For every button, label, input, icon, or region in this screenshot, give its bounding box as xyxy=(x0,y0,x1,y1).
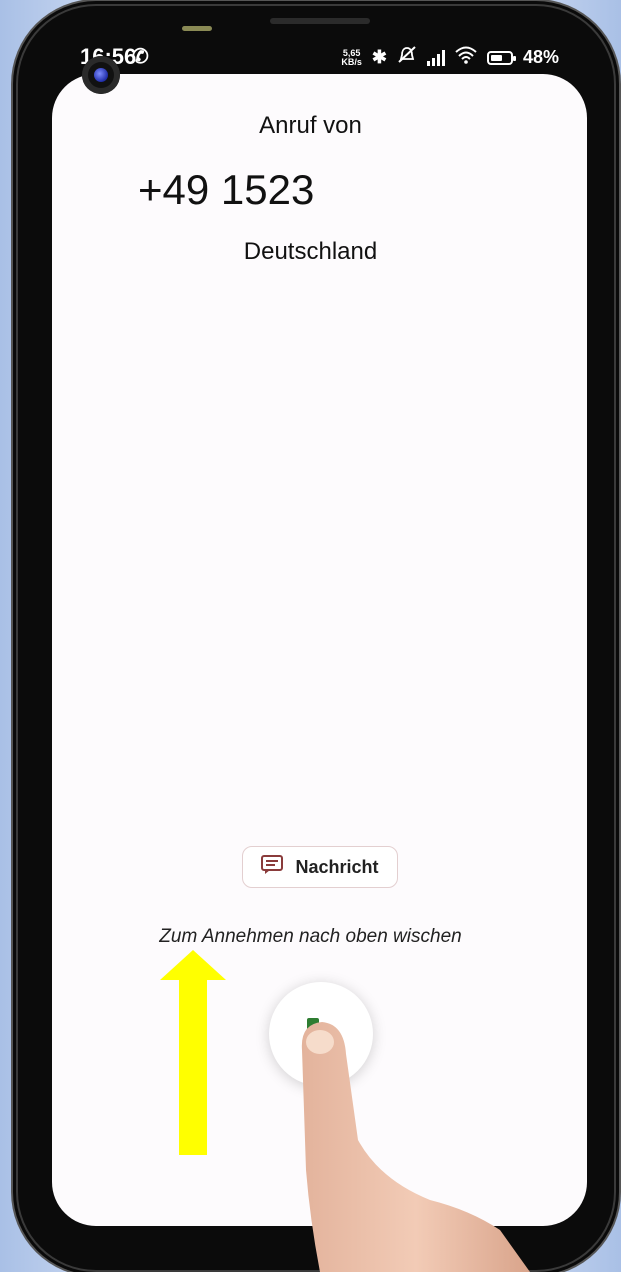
bluetooth-icon: ✱ xyxy=(371,47,387,67)
up-arrow-icon xyxy=(160,950,226,1155)
earpiece-speaker xyxy=(270,18,370,24)
phone-icon: ✆ xyxy=(132,46,149,68)
volume-down-button[interactable] xyxy=(615,515,620,591)
front-camera xyxy=(82,56,120,94)
battery-percent: 48% xyxy=(522,47,559,67)
finger-image xyxy=(301,1022,530,1272)
message-button-label: Nachricht xyxy=(295,856,379,877)
swipe-hint: Zum Annehmen nach oben wischen xyxy=(159,926,462,947)
status-icons: 5,65 KB/s ✱ 48% xyxy=(341,46,559,69)
signal-icon xyxy=(426,49,445,66)
network-speed-unit: KB/s xyxy=(341,56,362,67)
battery-icon xyxy=(486,50,516,65)
caller-number: +49 1523 xyxy=(138,166,315,213)
power-button[interactable] xyxy=(615,300,620,376)
message-button[interactable]: Nachricht xyxy=(242,846,398,888)
volume-up-button[interactable] xyxy=(615,388,620,464)
wifi-icon xyxy=(455,46,477,69)
network-speed: 5,65 KB/s xyxy=(341,48,362,67)
mute-icon xyxy=(397,46,417,69)
message-icon xyxy=(261,854,284,880)
call-heading: Anruf von xyxy=(259,112,362,139)
sensor xyxy=(182,26,212,31)
caller-location: Deutschland xyxy=(243,238,378,265)
